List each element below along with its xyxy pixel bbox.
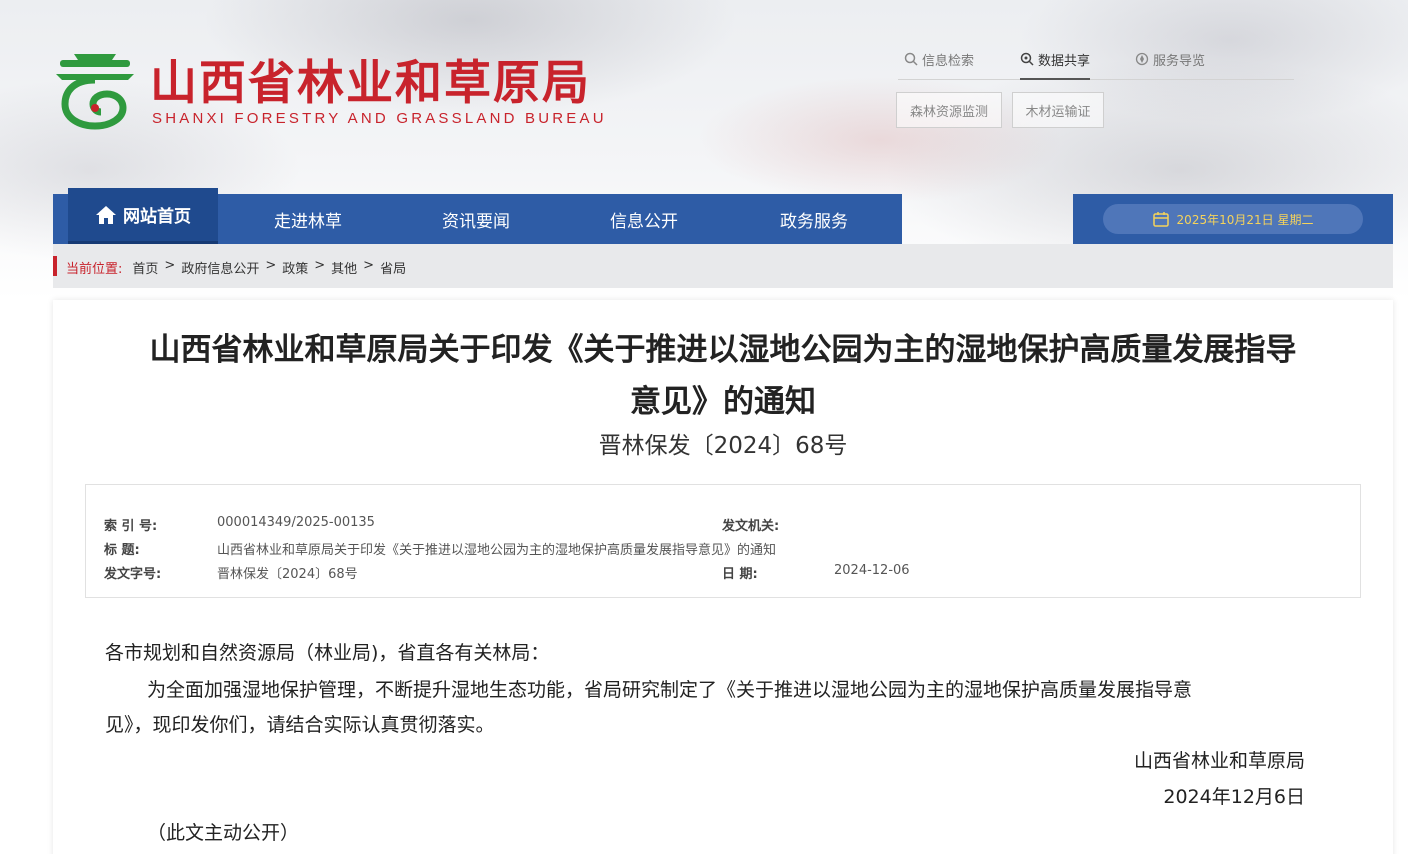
breadcrumb: 当前位置: 首页 > 政府信息公开 > 政策 > 其他 > 省局: [53, 244, 1393, 288]
doc-no-value: 晋林保发〔2024〕68号: [217, 567, 358, 582]
site-title: 山西省林业和草原局: [150, 56, 591, 111]
index-label: 索 引 号:: [104, 519, 158, 534]
article-panel: 山西省林业和草原局关于印发《关于推进以湿地公园为主的湿地保护高质量发展指导 意见…: [53, 300, 1393, 854]
date-bar: 2025年10月21日 星期二: [1073, 194, 1393, 244]
info-search-link[interactable]: 信息检索: [904, 50, 974, 80]
body-paragraph-line1: 为全面加强湿地保护管理，不断提升湿地生态功能，省局研究制定了《关于推进以湿地公园…: [147, 679, 1193, 701]
compass-icon: [1135, 52, 1149, 66]
breadcrumb-provincial[interactable]: 省局: [380, 258, 406, 277]
nav-gov-service[interactable]: 政务服务: [759, 194, 869, 244]
current-date: 2025年10月21日 星期二: [1176, 212, 1314, 227]
data-share-icon: [1020, 52, 1034, 66]
timber-permit-button[interactable]: 木材运输证: [1012, 92, 1104, 128]
document-title-line1: 山西省林业和草原局关于印发《关于推进以湿地公园为主的湿地保护高质量发展指导: [149, 332, 1297, 368]
document-title: 山西省林业和草原局关于印发《关于推进以湿地公园为主的湿地保护高质量发展指导 意见…: [93, 324, 1353, 428]
issuer-label: 发文机关:: [722, 519, 780, 534]
breadcrumb-home[interactable]: 首页: [132, 258, 158, 277]
site-subtitle: SHANXI FORESTRY AND GRASSLAND BUREAU: [152, 110, 607, 127]
index-value: 000014349/2025-00135: [217, 515, 375, 530]
forestry-emblem-icon: [56, 54, 134, 130]
title-value: 山西省林业和草原局关于印发《关于推进以湿地公园为主的湿地保护高质量发展指导意见》…: [217, 543, 777, 558]
date-value: 2024-12-06: [834, 563, 910, 578]
main-nav: 网站首页 走进林草 资讯要闻 信息公开 政务服务: [53, 188, 902, 244]
breadcrumb-marker: [53, 256, 57, 276]
top-links: 信息检索 数据共享 服务导览: [898, 48, 1294, 80]
salutation: 各市规划和自然资源局（林业局)，省直各有关林局：: [105, 642, 550, 664]
calendar-icon: [1152, 212, 1169, 227]
public-note: （此文主动公开）: [147, 822, 300, 844]
nav-about[interactable]: 走进林草: [253, 194, 363, 244]
signer: 山西省林业和草原局: [1133, 750, 1305, 772]
data-share-link[interactable]: 数据共享: [1020, 50, 1091, 80]
doc-no-label: 发文字号:: [104, 567, 162, 582]
nav-home-label: 网站首页: [123, 207, 191, 227]
site-logo[interactable]: 山西省林业和草原局 SHANXI FORESTRY AND GRASSLAND …: [54, 46, 654, 136]
breadcrumb-gov-info[interactable]: 政府信息公开: [181, 258, 259, 277]
body-paragraph-line2: 见》，现印发你们，请结合实际认真贯彻落实。: [105, 714, 495, 736]
metadata-box: 索 引 号: 000014349/2025-00135 标 题: 山西省林业和草…: [85, 484, 1361, 598]
home-icon: [96, 205, 116, 224]
service-guide-link[interactable]: 服务导览: [1135, 50, 1205, 80]
search-icon: [904, 52, 918, 66]
info-search-label: 信息检索: [922, 54, 975, 69]
breadcrumb-policy[interactable]: 政策: [282, 258, 308, 277]
nav-news[interactable]: 资讯要闻: [421, 194, 531, 244]
data-share-label: 数据共享: [1038, 54, 1091, 69]
document-number: 晋林保发〔2024〕68号: [598, 433, 848, 459]
service-guide-label: 服务导览: [1153, 54, 1206, 69]
date-pill: 2025年10月21日 星期二: [1103, 204, 1363, 234]
date-label: 日 期:: [722, 567, 758, 582]
nav-info-disclosure[interactable]: 信息公开: [589, 194, 699, 244]
nav-home[interactable]: 网站首页: [68, 188, 218, 244]
breadcrumb-label: 当前位置:: [66, 262, 123, 277]
sign-date: 2024年12月6日: [1163, 786, 1305, 808]
forest-monitoring-button[interactable]: 森林资源监测: [896, 92, 1002, 128]
breadcrumb-other[interactable]: 其他: [331, 258, 357, 277]
title-label: 标 题:: [104, 543, 140, 558]
document-title-line2: 意见》的通知: [630, 384, 816, 420]
